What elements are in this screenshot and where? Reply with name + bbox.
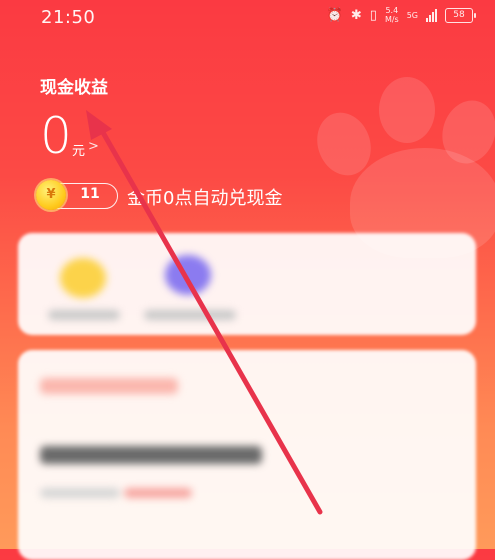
annotation-arrow <box>86 110 323 515</box>
